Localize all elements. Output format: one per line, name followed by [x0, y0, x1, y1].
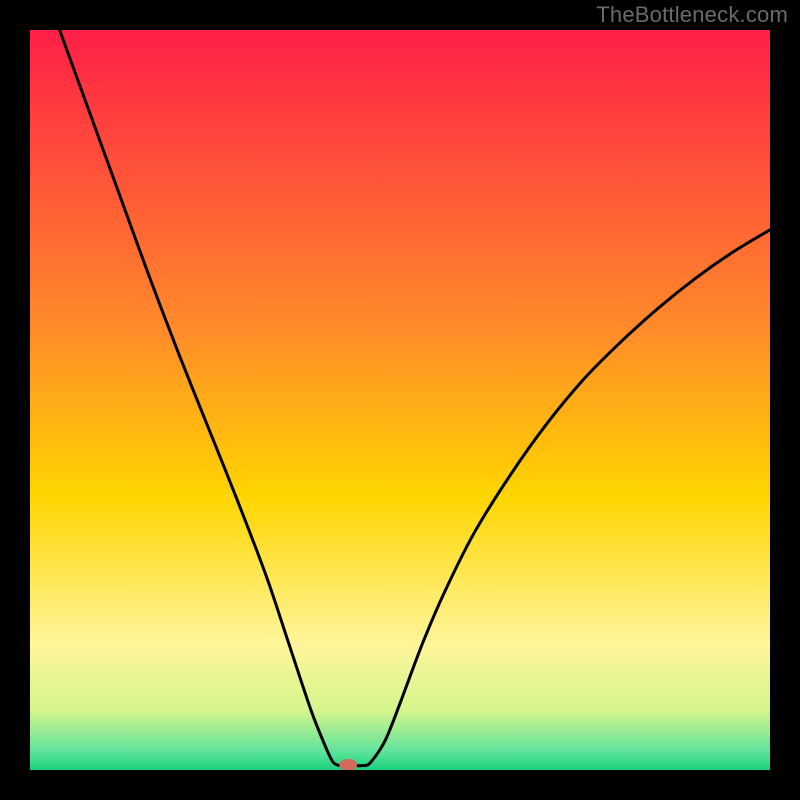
gradient-background — [30, 30, 770, 770]
plot-area — [30, 30, 770, 770]
bottleneck-chart — [30, 30, 770, 770]
watermark-text: TheBottleneck.com — [596, 2, 788, 28]
chart-frame: TheBottleneck.com — [0, 0, 800, 800]
